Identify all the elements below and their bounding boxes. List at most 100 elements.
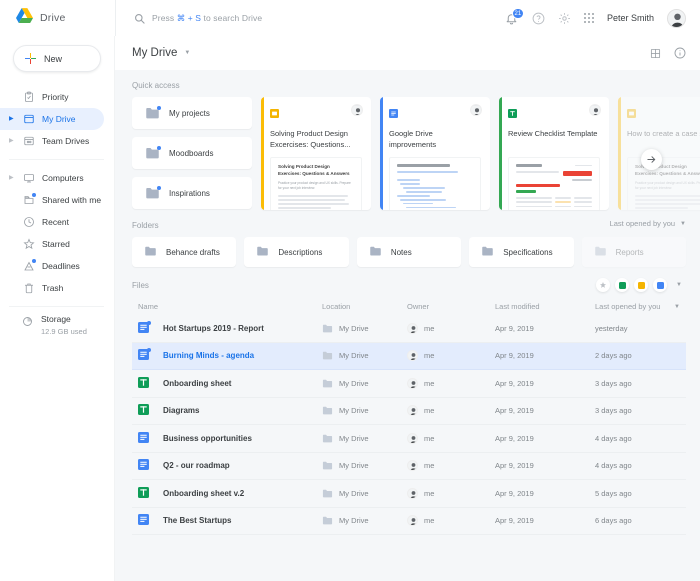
sidebar-item-team-drives[interactable]: ▶Team Drives [0,130,104,152]
column-header-location[interactable]: Location [322,302,407,311]
file-location-cell: My Drive [322,351,407,360]
avatar [470,104,482,116]
slides-icon [638,282,645,289]
my-drive-icon [22,113,35,126]
unread-dot [157,186,161,190]
docs-filter[interactable] [653,278,667,292]
main-header: My Drive ▼ [115,36,700,70]
file-modified: Apr 9, 2019 [495,489,595,498]
slides-icon [270,105,279,122]
sidebar-item-shared-with-me[interactable]: Shared with me [0,189,104,211]
file-name-cell: Burning Minds - agenda [138,349,322,362]
sidebar-item-recent[interactable]: Recent [0,211,104,233]
file-location: My Drive [339,489,369,498]
folders-sort-control[interactable]: Last opened by you ▼ [610,219,686,228]
search-input[interactable]: Press ⌘ + S to search Drive [152,13,262,24]
slides-filter[interactable] [634,278,648,292]
files-table-header: Name Location Owner Last modified Last o… [132,298,686,315]
sidebar-item-deadlines[interactable]: Deadlines [0,255,104,277]
file-opened: 4 days ago [595,434,682,443]
folder-icon [322,406,333,415]
table-row[interactable]: DiagramsMy DrivemeApr 9, 20193 days ago [132,398,686,426]
filters-dropdown[interactable]: ▼ [672,278,686,292]
folder-card[interactable]: Behance drafts [132,237,236,267]
notifications-button[interactable]: 21 [504,11,519,26]
avatar[interactable] [667,9,686,28]
new-button[interactable]: New [13,45,101,72]
quick-access-folder[interactable]: Inspirations [132,177,252,209]
file-modified: Apr 9, 2019 [495,406,595,415]
sidebar-item-my-drive[interactable]: ▶My Drive [0,108,104,130]
file-name-cell: Onboarding sheet [138,377,322,390]
quick-access-cards: Solving Product Design Excercises: Quest… [261,97,686,210]
arrow-right-icon[interactable] [641,149,662,170]
brand-logo[interactable]: Drive [0,8,115,28]
file-owner-cell: me [407,323,495,334]
unread-dot [147,348,151,352]
sidebar-item-priority[interactable]: Priority [0,86,104,108]
file-name: Onboarding sheet [163,379,231,388]
column-header-owner[interactable]: Owner [407,302,495,311]
help-circle-icon[interactable] [532,12,545,25]
avatar [407,350,418,361]
file-location: My Drive [339,406,369,415]
files-label: Files [132,281,149,290]
folder-card-label: Reports [616,248,644,257]
column-header-opened[interactable]: Last opened by you ▼ [595,302,682,311]
quick-access-card[interactable]: Solving Product Design Excercises: Quest… [261,97,371,210]
docs-icon [138,514,149,527]
starred-filter[interactable] [596,278,610,292]
folders-label: Folders [132,221,159,230]
chevron-down-icon: ▼ [674,304,682,310]
column-header-modified[interactable]: Last modified [495,302,595,311]
file-type-filters: ▼ [596,278,686,292]
search-bar[interactable]: Press ⌘ + S to search Drive [115,0,504,36]
quick-access-folder[interactable]: My projects [132,97,252,129]
thumb-heading [397,164,450,167]
table-row[interactable]: Burning Minds - agendaMy DrivemeApr 9, 2… [132,343,686,371]
trash-icon [22,282,35,295]
file-location: My Drive [339,351,369,360]
chevron-right-icon[interactable]: ▶ [9,175,15,181]
avatar [589,104,601,116]
table-row[interactable]: Onboarding sheet v.2My DrivemeApr 9, 201… [132,480,686,508]
chevron-right-icon[interactable]: ▶ [9,138,15,144]
plus-icon [25,53,36,64]
file-modified: Apr 9, 2019 [495,351,595,360]
unread-dot [147,321,151,325]
storage-text: Storage 12.9 GB used [41,314,87,336]
info-circle-icon[interactable] [674,47,686,59]
apps-grid-icon[interactable] [584,13,594,23]
table-row[interactable]: Q2 - our roadmapMy DrivemeApr 9, 20194 d… [132,453,686,481]
folder-card[interactable]: Descriptions [244,237,348,267]
sidebar-item-label: Starred [42,239,70,249]
sidebar-item-storage[interactable]: Storage 12.9 GB used [0,314,114,336]
sidebar-item-starred[interactable]: Starred [0,233,104,255]
storage-label: Storage [41,314,87,324]
grid-view-icon[interactable] [650,48,661,59]
table-row[interactable]: Hot Startups 2019 - ReportMy DrivemeApr … [132,315,686,343]
content-scroll[interactable]: Quick access My projectsMoodboardsInspir… [115,70,700,581]
file-name-cell: Hot Startups 2019 - Report [138,322,322,335]
table-row[interactable]: Business opportunitiesMy DrivemeApr 9, 2… [132,425,686,453]
file-opened: 4 days ago [595,461,682,470]
chevron-right-icon[interactable]: ▶ [9,116,15,122]
table-row[interactable]: Onboarding sheetMy DrivemeApr 9, 20193 d… [132,370,686,398]
sidebar-item-computers[interactable]: ▶Computers [0,167,104,189]
unread-dot [32,193,36,197]
quick-access-card[interactable]: Google Drive improvements [380,97,490,210]
chevron-down-icon[interactable]: ▼ [184,50,190,56]
folder-icon [481,246,494,258]
gear-icon[interactable] [558,12,571,25]
table-row[interactable]: The Best StartupsMy DrivemeApr 9, 20196 … [132,508,686,536]
column-header-name[interactable]: Name [138,302,322,311]
quick-access-card[interactable]: Review Checklist Template [499,97,609,210]
sidebar-item-trash[interactable]: Trash [0,277,104,299]
folder-card[interactable]: Notes [357,237,461,267]
quick-access-folder[interactable]: Moodboards [132,137,252,169]
sidebar-item-label: Recent [42,217,69,227]
team-drives-icon [22,135,35,148]
sheets-filter[interactable] [615,278,629,292]
folder-card[interactable]: Specifications [469,237,573,267]
folder-card[interactable]: Reports [582,237,686,267]
